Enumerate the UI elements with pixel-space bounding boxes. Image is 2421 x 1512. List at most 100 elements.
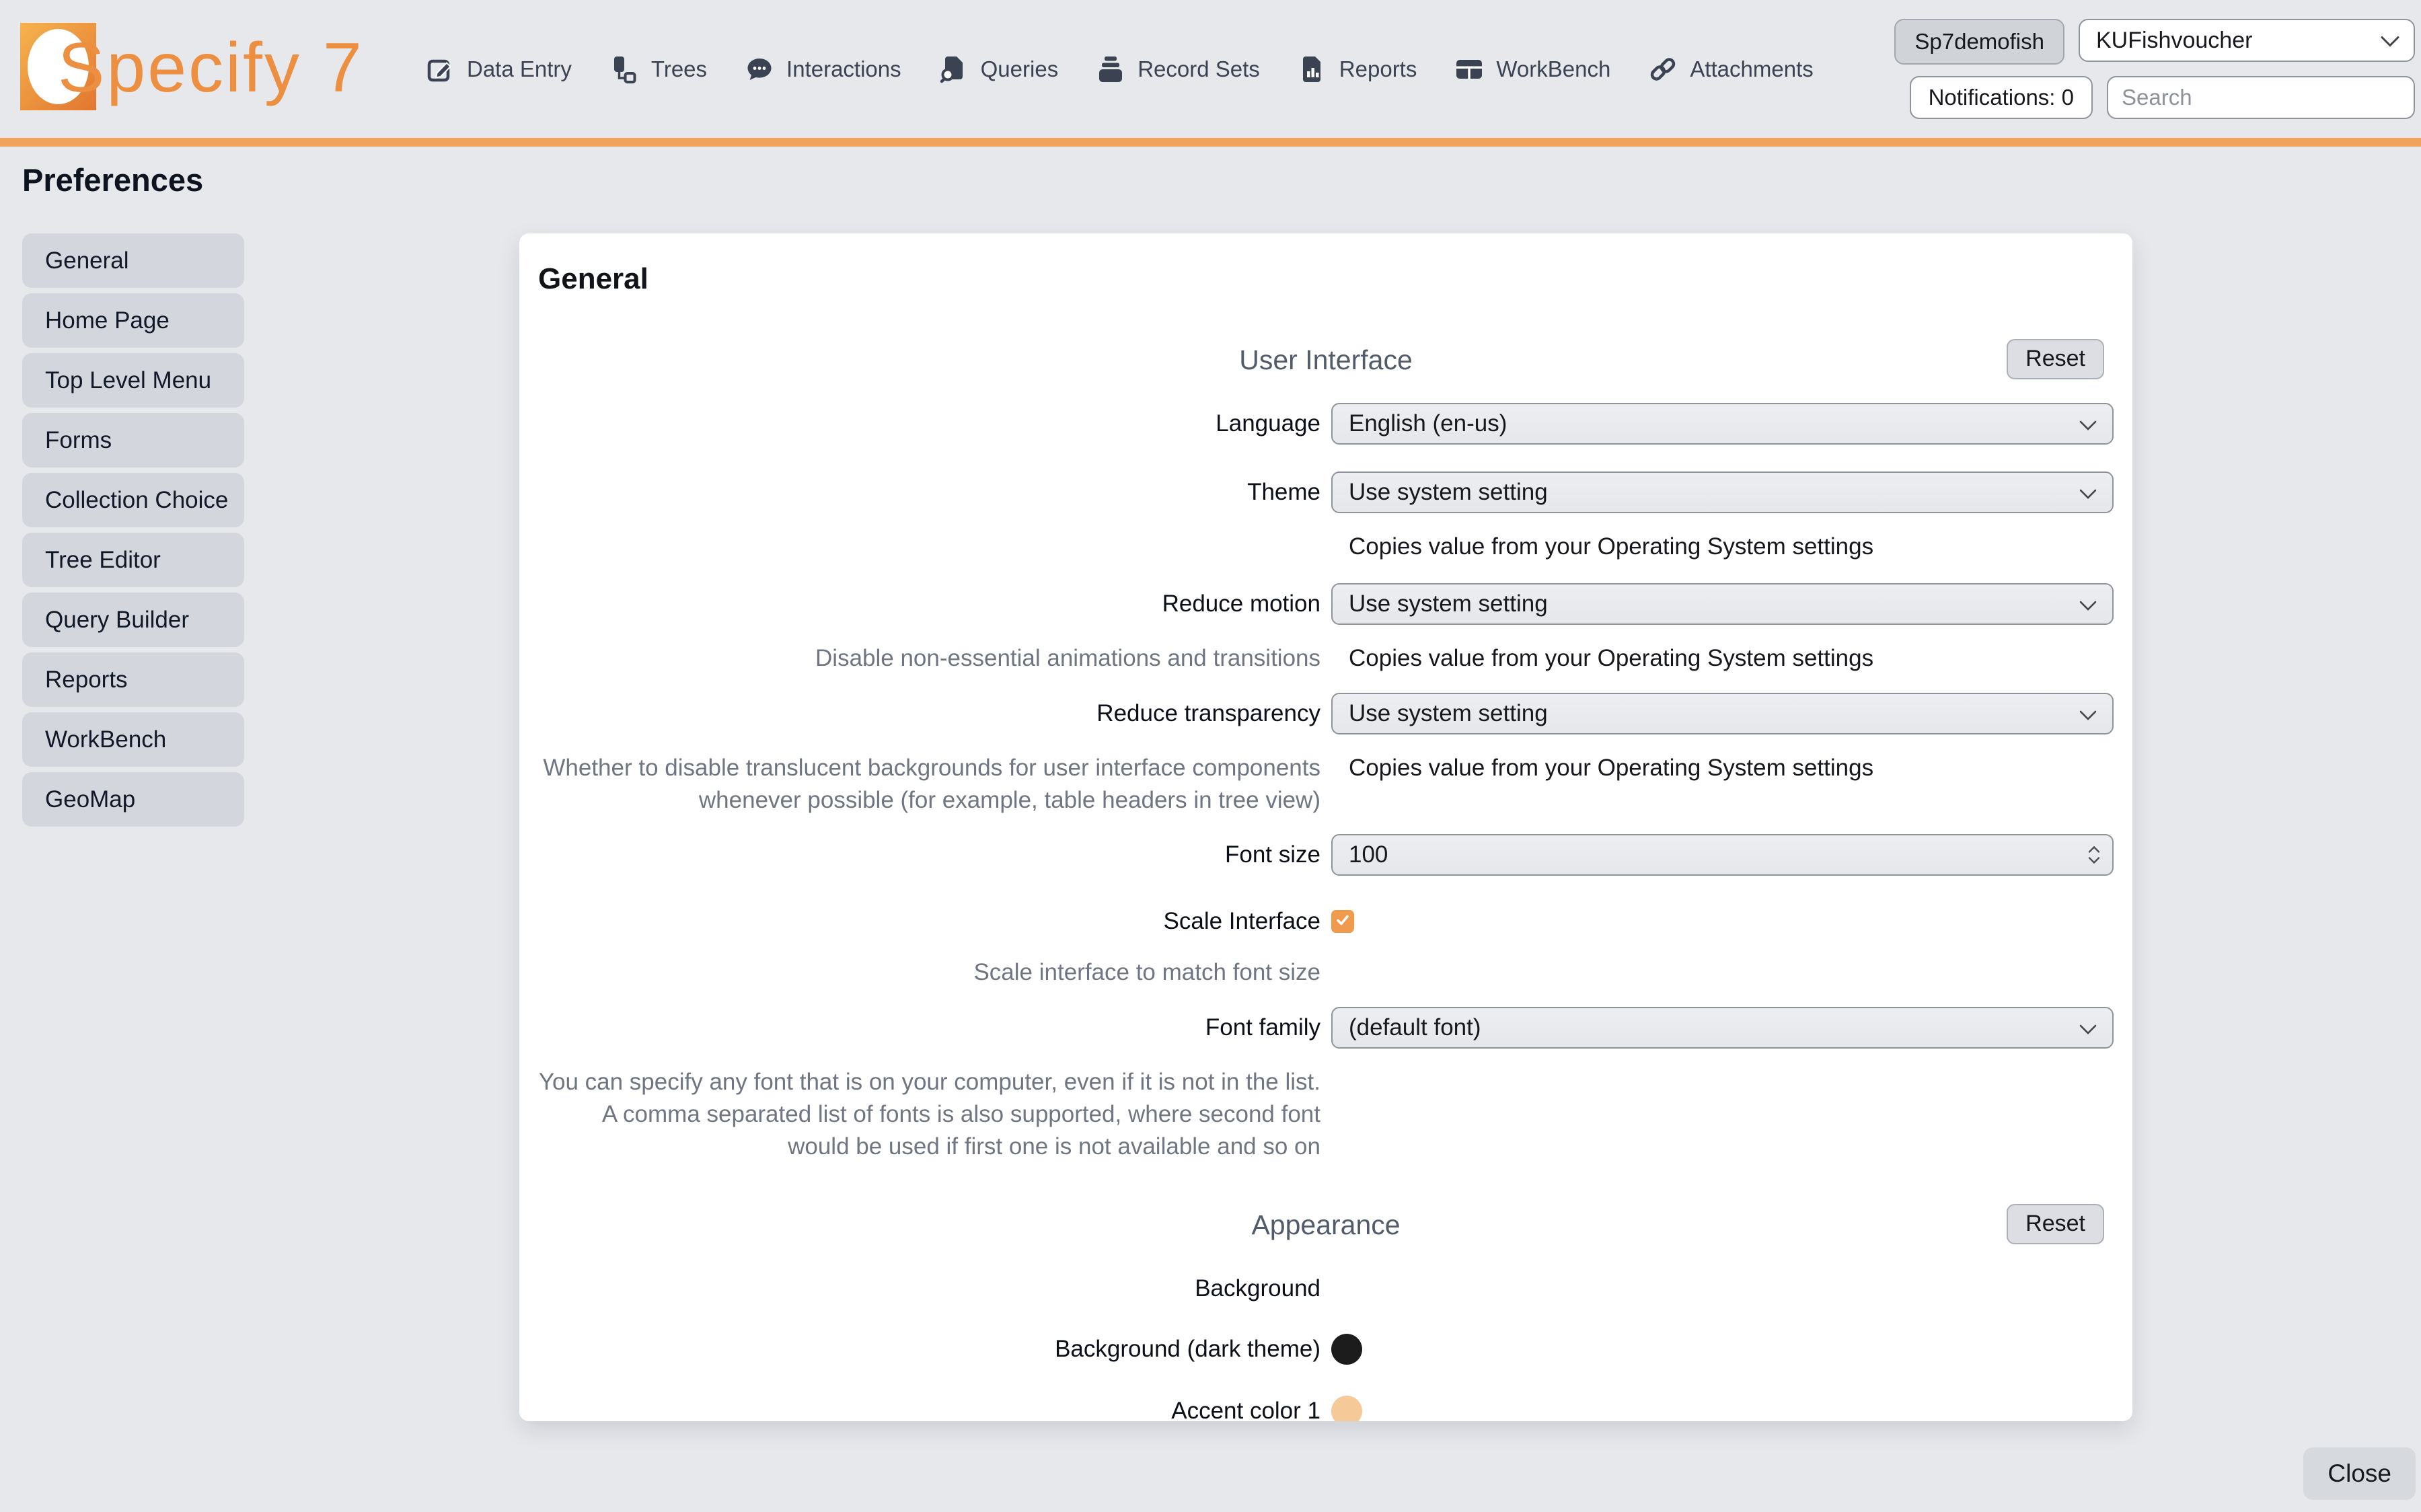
section-appearance: Appearance Reset	[538, 1207, 2114, 1244]
theme-os-hint: Copies value from your Operating System …	[1331, 531, 2114, 563]
document-magnifier-icon	[939, 54, 969, 84]
sidebar-item-reports[interactable]: Reports	[22, 652, 244, 707]
nav-label: Attachments	[1690, 56, 1813, 82]
font-family-row: Font family (default font)	[538, 1007, 2114, 1049]
nav-item-workbench[interactable]: WorkBench	[1454, 54, 1610, 84]
theme-hint-row: Copies value from your Operating System …	[538, 531, 2114, 563]
language-row: Language English (en-us)	[538, 403, 2114, 445]
sidebar-item-general[interactable]: General	[22, 233, 244, 288]
nav-label: Interactions	[786, 56, 901, 82]
sidebar-item-query-builder[interactable]: Query Builder	[22, 593, 244, 647]
background-row: Background	[538, 1273, 2114, 1304]
notifications-button[interactable]: Notifications: 0	[1910, 76, 2093, 119]
theme-select[interactable]: Use system setting	[1331, 471, 2114, 513]
check-icon	[1335, 912, 1351, 932]
search-input[interactable]	[2107, 76, 2415, 119]
language-select-value: English (en-us)	[1349, 410, 1507, 437]
scale-interface-label: Scale Interface	[538, 908, 1320, 935]
chevron-down-icon	[2079, 700, 2097, 727]
nav-label: Trees	[651, 56, 707, 82]
sidebar-item-top-level-menu[interactable]: Top Level Menu	[22, 353, 244, 408]
main-nav: Data Entry Trees Interactions Queries	[425, 0, 1814, 138]
accent-color-1-label: Accent color 1	[538, 1398, 1320, 1421]
stack-icon	[1096, 54, 1125, 84]
scale-interface-row: Scale Interface	[538, 908, 2114, 935]
sidebar-item-geomap[interactable]: GeoMap	[22, 772, 244, 827]
reduce-motion-os-hint: Copies value from your Operating System …	[1331, 642, 2114, 675]
scale-interface-checkbox[interactable]	[1331, 910, 1354, 933]
language-select[interactable]: English (en-us)	[1331, 403, 2114, 445]
background-dark-color-swatch[interactable]	[1331, 1334, 1362, 1365]
reduce-transparency-hint-row: Whether to disable translucent backgroun…	[538, 752, 2114, 817]
accent-color-1-swatch[interactable]	[1331, 1396, 1362, 1421]
preferences-sidebar: General Home Page Top Level Menu Forms C…	[22, 233, 244, 827]
font-family-label: Font family	[538, 1014, 1320, 1041]
font-size-value: 100	[1349, 841, 1388, 868]
nav-item-trees[interactable]: Trees	[609, 54, 707, 84]
user-account-button[interactable]: Sp7demofish	[1894, 19, 2064, 65]
font-family-hint-row: You can specify any font that is on your…	[538, 1066, 2114, 1164]
theme-label: Theme	[538, 479, 1320, 506]
scale-interface-hint-row: Scale interface to match font size	[538, 956, 2114, 989]
font-family-select[interactable]: (default font)	[1331, 1007, 2114, 1049]
table-grid-icon	[1454, 54, 1484, 84]
reduce-transparency-select-value: Use system setting	[1349, 700, 1548, 727]
background-dark-label: Background (dark theme)	[538, 1336, 1320, 1363]
header: Specify 7 Data Entry Trees Interactions	[0, 0, 2421, 138]
language-label: Language	[538, 410, 1320, 437]
background-label: Background	[538, 1275, 1320, 1302]
chevron-down-icon	[2079, 1014, 2097, 1041]
number-stepper-icon[interactable]	[2088, 846, 2100, 864]
reduce-transparency-select[interactable]: Use system setting	[1331, 693, 2114, 734]
reduce-transparency-hint: Whether to disable translucent backgroun…	[538, 752, 1320, 817]
nav-item-interactions[interactable]: Interactions	[745, 54, 901, 84]
pencil-square-icon	[425, 54, 455, 84]
document-chart-icon	[1298, 54, 1327, 84]
nav-label: WorkBench	[1496, 56, 1610, 82]
background-color-swatch[interactable]	[1331, 1273, 1362, 1304]
font-family-select-value: (default font)	[1349, 1014, 1481, 1041]
theme-row: Theme Use system setting	[538, 471, 2114, 513]
nav-label: Queries	[981, 56, 1059, 82]
app-screen: Specify 7 Data Entry Trees Interactions	[0, 0, 2421, 1512]
sidebar-item-workbench[interactable]: WorkBench	[22, 712, 244, 767]
reduce-motion-hint-row: Disable non-essential animations and tra…	[538, 642, 2114, 675]
reduce-transparency-row: Reduce transparency Use system setting	[538, 693, 2114, 734]
sidebar-item-collection-choice[interactable]: Collection Choice	[22, 473, 244, 527]
collection-select-value: KUFishvoucher	[2096, 28, 2252, 54]
reduce-motion-row: Reduce motion Use system setting	[538, 583, 2114, 625]
background-dark-row: Background (dark theme)	[538, 1334, 2114, 1365]
close-button[interactable]: Close	[2303, 1447, 2416, 1500]
sidebar-item-tree-editor[interactable]: Tree Editor	[22, 533, 244, 587]
nav-item-record-sets[interactable]: Record Sets	[1096, 54, 1260, 84]
reduce-motion-select[interactable]: Use system setting	[1331, 583, 2114, 625]
reset-appearance-button[interactable]: Reset	[2007, 1204, 2104, 1244]
font-size-label: Font size	[538, 841, 1320, 868]
logo-text: Specify 7	[58, 28, 364, 108]
sidebar-item-home-page[interactable]: Home Page	[22, 293, 244, 348]
nav-item-reports[interactable]: Reports	[1298, 54, 1417, 84]
nav-item-attachments[interactable]: Attachments	[1648, 54, 1813, 84]
accent-color-row: Accent color 1	[538, 1396, 2114, 1421]
reduce-motion-hint: Disable non-essential animations and tra…	[538, 642, 1320, 675]
nav-item-queries[interactable]: Queries	[939, 54, 1059, 84]
user-account-label: Sp7demofish	[1914, 29, 2044, 54]
reduce-motion-select-value: Use system setting	[1349, 591, 1548, 617]
section-user-interface: User Interface Reset	[538, 342, 2114, 379]
section-heading: Appearance	[538, 1207, 2114, 1244]
nav-label: Data Entry	[467, 56, 572, 82]
font-size-row: Font size 100	[538, 834, 2114, 876]
collection-select[interactable]: KUFishvoucher	[2079, 19, 2415, 62]
reduce-motion-label: Reduce motion	[538, 591, 1320, 617]
chevron-down-icon	[2079, 591, 2097, 617]
nav-label: Reports	[1339, 56, 1417, 82]
sidebar-item-forms[interactable]: Forms	[22, 413, 244, 467]
nav-item-data-entry[interactable]: Data Entry	[425, 54, 572, 84]
reduce-transparency-label: Reduce transparency	[538, 700, 1320, 727]
notifications-label: Notifications: 0	[1929, 85, 2074, 110]
preferences-panel: General User Interface Reset Language En…	[519, 233, 2132, 1421]
reduce-transparency-os-hint: Copies value from your Operating System …	[1331, 752, 2114, 784]
reset-user-interface-button[interactable]: Reset	[2007, 339, 2104, 379]
scale-interface-hint: Scale interface to match font size	[538, 956, 1320, 989]
font-size-input[interactable]: 100	[1331, 834, 2114, 876]
